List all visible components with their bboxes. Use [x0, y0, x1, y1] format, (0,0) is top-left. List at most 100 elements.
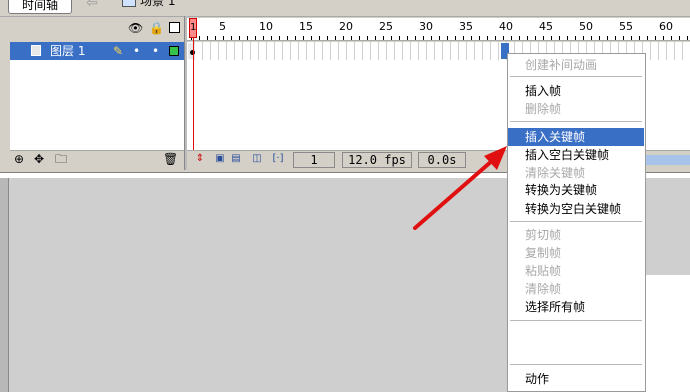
ruler-tick: [287, 36, 288, 40]
ruler-tick: [527, 36, 528, 40]
ruler-tick: [687, 36, 688, 40]
onion-markers-icon[interactable]: [·]: [270, 153, 286, 165]
ruler-tick: [391, 36, 392, 40]
ruler-tick: [503, 36, 504, 40]
ruler-label: 35: [459, 20, 473, 33]
ruler-tick: [247, 36, 248, 40]
ruler-tick: [431, 36, 432, 40]
ruler-tick: [511, 36, 512, 40]
menu-item-actions[interactable]: 动作: [508, 370, 644, 388]
ruler-tick: [263, 36, 264, 40]
scene-label[interactable]: 场景 1: [140, 0, 175, 8]
ruler-tick: [647, 36, 648, 40]
ruler-tick: [351, 36, 352, 40]
ruler-tick: [655, 36, 656, 40]
ruler-label: 5: [219, 20, 226, 33]
ruler-tick: [559, 36, 560, 40]
ruler-tick: [311, 36, 312, 40]
lock-icon[interactable]: 🔒: [149, 22, 164, 34]
outline-toggle-icon[interactable]: [169, 22, 180, 33]
ruler-tick: [327, 36, 328, 40]
menu-item-select-all-frames[interactable]: 选择所有帧: [508, 298, 644, 316]
ruler-tick: [551, 36, 552, 40]
ruler-tick: [359, 36, 360, 40]
visibility-dot[interactable]: •: [133, 43, 140, 59]
frame-rate-field[interactable]: 12.0 fps: [342, 152, 412, 168]
playhead-line: [193, 38, 194, 166]
edit-multiple-frames-icon[interactable]: ◫: [251, 153, 263, 165]
ruler-tick: [639, 36, 640, 40]
menu-item-clear-keyframe: 清除关键帧: [525, 166, 586, 180]
add-guide-layer-icon[interactable]: ✥: [34, 152, 44, 166]
ruler-tick: [375, 36, 376, 40]
ruler-label: 20: [339, 20, 353, 33]
ruler-tick: [471, 36, 472, 40]
menu-separator: [510, 364, 642, 365]
ruler-tick: [631, 36, 632, 40]
menu-separator: [510, 221, 642, 222]
ruler-tick: [671, 36, 672, 40]
ruler-tick: [423, 36, 424, 40]
ruler-tick: [599, 36, 600, 40]
ruler-label: 15: [299, 20, 313, 33]
ruler-tick: [367, 36, 368, 40]
scene-icon: [122, 0, 136, 7]
onion-skin-icon[interactable]: ▣: [214, 153, 226, 165]
ruler-tick: [215, 36, 216, 40]
ruler-tick: [399, 36, 400, 40]
menu-item-convert-to-blank-keyframes[interactable]: 转换为空白关键帧: [508, 200, 644, 218]
layer-color-swatch[interactable]: [169, 46, 179, 56]
ruler-tick: [239, 36, 240, 40]
ruler-label: 25: [379, 20, 393, 33]
ruler-tick: [255, 36, 256, 40]
trash-icon[interactable]: 🗑: [163, 152, 178, 166]
ruler-tick: [487, 36, 488, 40]
menu-item-create-motion-tween: 创建补间动画: [525, 58, 598, 72]
ruler-label: 40: [499, 20, 513, 33]
menu-separator: [510, 121, 642, 122]
ruler-tick: [343, 36, 344, 40]
add-layer-icon[interactable]: ⊕: [14, 152, 24, 166]
frame-ruler[interactable]: 5 10 15 20 25 30 35 40 45 50 55 60: [187, 18, 690, 41]
ruler-tick: [335, 36, 336, 40]
ruler-tick: [447, 36, 448, 40]
ruler-label: 60: [659, 20, 673, 33]
layer-list-empty: [10, 60, 187, 150]
ruler-tick: [271, 36, 272, 40]
ruler-label: 10: [259, 20, 273, 33]
lock-dot[interactable]: •: [152, 43, 159, 59]
ruler-tick: [543, 36, 544, 40]
ruler-tick: [575, 36, 576, 40]
playhead[interactable]: 1: [189, 18, 197, 38]
menu-item-insert-blank-keyframe[interactable]: 插入空白关键帧: [508, 146, 644, 164]
scrollbar-thumb[interactable]: [646, 155, 690, 165]
menu-item-cut-frames: 剪切帧: [525, 228, 562, 242]
ruler-label: 50: [579, 20, 593, 33]
stage-canvas[interactable]: [640, 275, 690, 392]
menu-item-copy-frames: 复制帧: [525, 246, 562, 260]
ruler-tick: [591, 36, 592, 40]
menu-item-paste-frames: 粘贴帧: [525, 264, 562, 278]
eye-icon[interactable]: 👁: [128, 22, 143, 34]
menu-item-insert-frame[interactable]: 插入帧: [508, 82, 644, 100]
back-arrow-icon[interactable]: ⇦: [80, 0, 104, 12]
ruler-tick: [279, 36, 280, 40]
ruler-tick: [535, 36, 536, 40]
ruler-tick: [479, 36, 480, 40]
menu-item-insert-keyframe[interactable]: 插入关键帧: [508, 128, 644, 146]
timeline-tab[interactable]: 时间轴: [8, 0, 72, 14]
onion-outline-icon[interactable]: ▤: [230, 153, 242, 165]
ruler-label: 30: [419, 20, 433, 33]
menu-item-convert-to-keyframes[interactable]: 转换为关键帧: [508, 181, 644, 199]
add-folder-icon[interactable]: 🗀: [55, 152, 67, 166]
ruler-tick: [495, 36, 496, 40]
ruler-tick: [223, 36, 224, 40]
ruler-label: 45: [539, 20, 553, 33]
ruler-tick: [663, 36, 664, 40]
ruler-tick: [295, 36, 296, 40]
center-frame-icon[interactable]: ⇕: [194, 153, 206, 165]
ruler-tick: [303, 36, 304, 40]
ruler-tick: [623, 36, 624, 40]
layer-name[interactable]: 图层 1: [50, 43, 85, 59]
ruler-tick: [463, 36, 464, 40]
